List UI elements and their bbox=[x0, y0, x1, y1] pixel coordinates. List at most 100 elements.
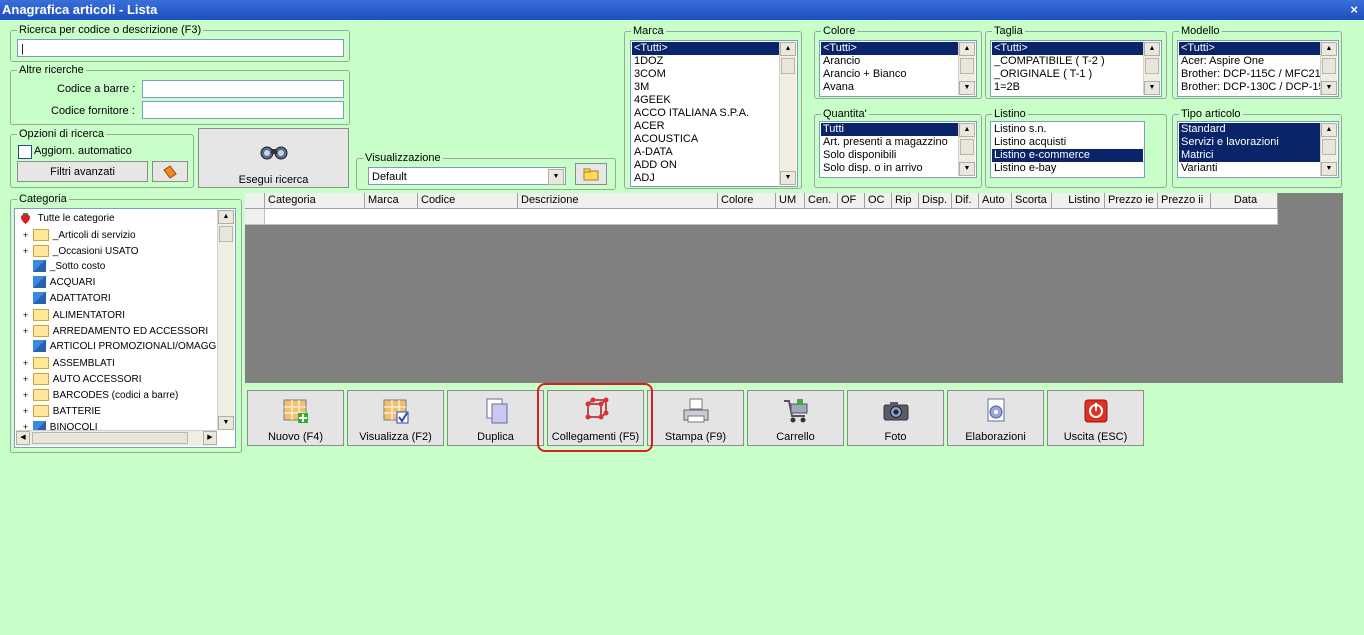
item-type-scrollbar[interactable]: ▲ ▼ bbox=[1320, 123, 1337, 176]
clear-filters-button[interactable] bbox=[152, 161, 188, 182]
brand-list[interactable]: <Tutti> 1DOZ 3COM 3M 4GEEK ACCO ITALIANA… bbox=[630, 40, 798, 187]
expand-icon[interactable]: + bbox=[21, 403, 30, 419]
item-type-list[interactable]: Standard Servizi e lavorazioni Matrici V… bbox=[1177, 121, 1339, 178]
brand-item[interactable]: ADJ bbox=[632, 172, 779, 185]
column-header[interactable]: Descrizione bbox=[518, 193, 718, 209]
expand-icon[interactable]: + bbox=[21, 243, 30, 259]
tree-item[interactable]: + ARREDAMENTO ED ACCESSORI bbox=[21, 323, 208, 339]
expand-icon[interactable]: + bbox=[21, 355, 30, 371]
size-list[interactable]: <Tutti> _COMPATIBILE ( T-2 ) _ORIGINALE … bbox=[990, 40, 1162, 97]
expand-icon[interactable]: + bbox=[21, 323, 30, 339]
color-item[interactable]: Avana bbox=[821, 81, 958, 94]
brand-item[interactable]: ACCO ITALIANA S.P.A. bbox=[632, 107, 779, 120]
advanced-filters-button[interactable]: Filtri avanzati bbox=[17, 161, 148, 182]
column-header[interactable]: Codice bbox=[418, 193, 518, 209]
size-item[interactable]: _ORIGINALE ( T-1 ) bbox=[992, 68, 1143, 81]
column-header[interactable]: Disp. bbox=[919, 193, 952, 209]
brand-item[interactable]: ADD ON bbox=[632, 159, 779, 172]
execute-search-button[interactable]: Esegui ricerca bbox=[198, 128, 349, 188]
color-scrollbar[interactable]: ▲ ▼ bbox=[958, 42, 975, 95]
view-select[interactable]: Default ▼ bbox=[368, 167, 566, 185]
column-header[interactable]: Dif. bbox=[952, 193, 979, 209]
exit-button[interactable]: Uscita (ESC) bbox=[1047, 390, 1144, 446]
size-scrollbar[interactable]: ▲ ▼ bbox=[1143, 42, 1160, 95]
column-header[interactable]: Prezzo ie bbox=[1105, 193, 1158, 209]
pricelist-item[interactable]: Listino acquisti bbox=[992, 136, 1143, 149]
quantity-item[interactable]: Tutti bbox=[821, 123, 958, 136]
size-item[interactable]: 1=2B bbox=[992, 81, 1143, 94]
item-type-item[interactable]: Servizi e lavorazioni bbox=[1179, 136, 1320, 149]
category-tree[interactable]: Tutte le categorie + _Articoli di serviz… bbox=[14, 208, 236, 448]
tree-item[interactable]: _Sotto costo bbox=[21, 259, 105, 275]
column-header[interactable]: Rip bbox=[892, 193, 919, 209]
supplier-code-field[interactable] bbox=[142, 101, 344, 119]
item-type-item[interactable]: Varianti bbox=[1179, 162, 1320, 175]
color-item[interactable]: Arancio + Bianco bbox=[821, 68, 958, 81]
brand-item[interactable]: ACOUSTICA bbox=[632, 133, 779, 146]
column-header[interactable]: Data bbox=[1211, 193, 1278, 209]
color-item[interactable]: Arancio bbox=[821, 55, 958, 68]
column-header[interactable]: Listino bbox=[1052, 193, 1105, 209]
search-input[interactable]: | bbox=[17, 39, 344, 57]
brand-item[interactable]: 1DOZ bbox=[632, 55, 779, 68]
print-button[interactable]: Stampa (F9) bbox=[647, 390, 744, 446]
column-header[interactable]: Marca bbox=[365, 193, 418, 209]
column-header[interactable]: Colore bbox=[718, 193, 776, 209]
chevron-down-icon[interactable]: ▼ bbox=[548, 169, 564, 185]
model-list[interactable]: <Tutti> Acer: Aspire One Brother: DCP-11… bbox=[1177, 40, 1339, 97]
expand-icon[interactable]: + bbox=[21, 227, 30, 243]
expand-icon[interactable]: + bbox=[21, 387, 30, 403]
quantity-item[interactable]: Solo disp. o in arrivo bbox=[821, 162, 958, 175]
tree-hscrollbar[interactable]: ◀ ▶ bbox=[16, 430, 217, 446]
brand-item[interactable]: 3M bbox=[632, 81, 779, 94]
column-header[interactable]: UM bbox=[776, 193, 805, 209]
tree-item[interactable]: + ALIMENTATORI bbox=[21, 307, 125, 323]
model-item[interactable]: Brother: DCP-115C / MFC215 bbox=[1179, 68, 1320, 81]
articles-grid[interactable]: Categoria Marca Codice Descrizione Color… bbox=[245, 193, 1343, 383]
close-icon[interactable]: × bbox=[1350, 0, 1358, 20]
color-list[interactable]: <Tutti> Arancio Arancio + Bianco Avana ▲… bbox=[819, 40, 977, 97]
expand-icon[interactable]: + bbox=[21, 307, 30, 323]
model-item[interactable]: <Tutti> bbox=[1179, 42, 1320, 55]
column-header[interactable]: OF bbox=[838, 193, 865, 209]
pricelist-list[interactable]: Listino s.n. Listino acquisti Listino e-… bbox=[990, 121, 1145, 178]
auto-update-checkbox[interactable] bbox=[18, 145, 32, 159]
column-header[interactable]: Prezzo ii bbox=[1158, 193, 1211, 209]
tree-item[interactable]: ADATTATORI bbox=[21, 291, 111, 307]
brand-item[interactable]: <Tutti> bbox=[632, 42, 779, 55]
pricelist-item[interactable]: Listino s.n. bbox=[992, 123, 1143, 136]
tree-item[interactable]: + AUTO ACCESSORI bbox=[21, 371, 142, 387]
brand-item[interactable]: ACER bbox=[632, 120, 779, 133]
barcode-field[interactable] bbox=[142, 80, 344, 98]
item-type-item[interactable]: Standard bbox=[1179, 123, 1320, 136]
item-type-item[interactable]: Matrici bbox=[1179, 149, 1320, 162]
model-item[interactable]: Acer: Aspire One bbox=[1179, 55, 1320, 68]
tree-item[interactable]: ACQUARI bbox=[21, 275, 95, 291]
photo-button[interactable]: Foto bbox=[847, 390, 944, 446]
tree-item[interactable]: + _Articoli di servizio bbox=[21, 227, 136, 243]
tree-item[interactable]: + BARCODES (codici a barre) bbox=[21, 387, 178, 403]
column-header[interactable]: Scorta bbox=[1012, 193, 1052, 209]
tree-item[interactable]: + BATTERIE bbox=[21, 403, 101, 419]
column-header[interactable]: OC bbox=[865, 193, 892, 209]
model-scrollbar[interactable]: ▲ ▼ bbox=[1320, 42, 1337, 95]
table-row[interactable] bbox=[265, 209, 1278, 225]
expand-icon[interactable]: + bbox=[21, 371, 30, 387]
brand-item[interactable]: 4GEEK bbox=[632, 94, 779, 107]
tree-vscrollbar[interactable]: ▲ ▼ bbox=[217, 210, 234, 430]
model-item[interactable]: Brother: DCP-130C / DCP-15 bbox=[1179, 81, 1320, 94]
column-header[interactable]: Auto bbox=[979, 193, 1012, 209]
view-folder-button[interactable] bbox=[575, 163, 607, 185]
pricelist-item[interactable]: Listino e-bay bbox=[992, 162, 1143, 175]
row-indicator[interactable] bbox=[245, 209, 265, 225]
processing-button[interactable]: Elaborazioni bbox=[947, 390, 1044, 446]
size-item[interactable]: _COMPATIBILE ( T-2 ) bbox=[992, 55, 1143, 68]
quantity-scrollbar[interactable]: ▲ ▼ bbox=[958, 123, 975, 176]
brand-item[interactable]: A-DATA bbox=[632, 146, 779, 159]
duplicate-button[interactable]: Duplica bbox=[447, 390, 544, 446]
pricelist-item[interactable]: Listino e-commerce bbox=[992, 149, 1143, 162]
tree-item[interactable]: + _Occasioni USATO bbox=[21, 243, 139, 259]
view-button[interactable]: Visualizza (F2) bbox=[347, 390, 444, 446]
tree-item-root[interactable]: Tutte le categorie bbox=[19, 211, 115, 227]
new-button[interactable]: Nuovo (F4) bbox=[247, 390, 344, 446]
